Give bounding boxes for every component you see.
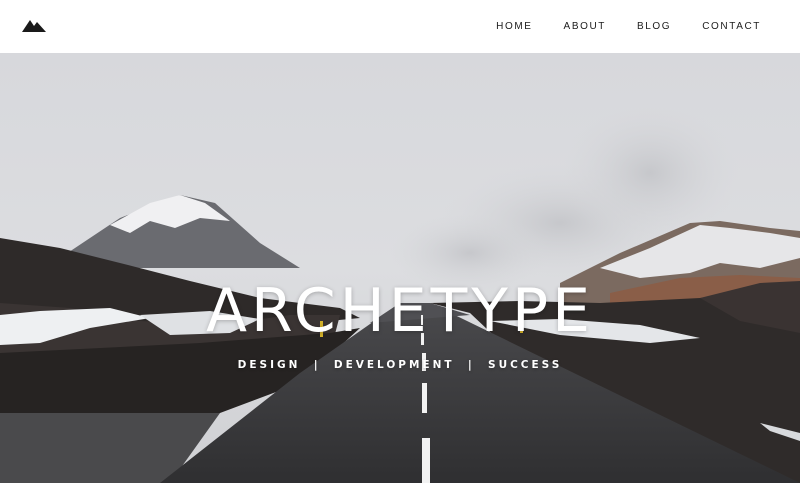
hero-banner: ARCHETYPE DESIGN | DEVELOPMENT | SUCCESS [0, 53, 800, 483]
nav-contact[interactable]: CONTACT [702, 21, 761, 32]
hero-title: ARCHETYPE [205, 276, 595, 346]
nav-about[interactable]: ABOUT [564, 21, 606, 32]
hero-background-image [0, 53, 800, 483]
mountain-logo-icon[interactable] [22, 18, 46, 32]
navbar: HOME ABOUT BLOG CONTACT [0, 0, 800, 53]
nav-blog[interactable]: BLOG [637, 21, 671, 32]
hero-tagline: DESIGN | DEVELOPMENT | SUCCESS [237, 359, 563, 371]
main-nav: HOME ABOUT BLOG CONTACT [496, 0, 761, 53]
nav-home[interactable]: HOME [496, 21, 532, 32]
